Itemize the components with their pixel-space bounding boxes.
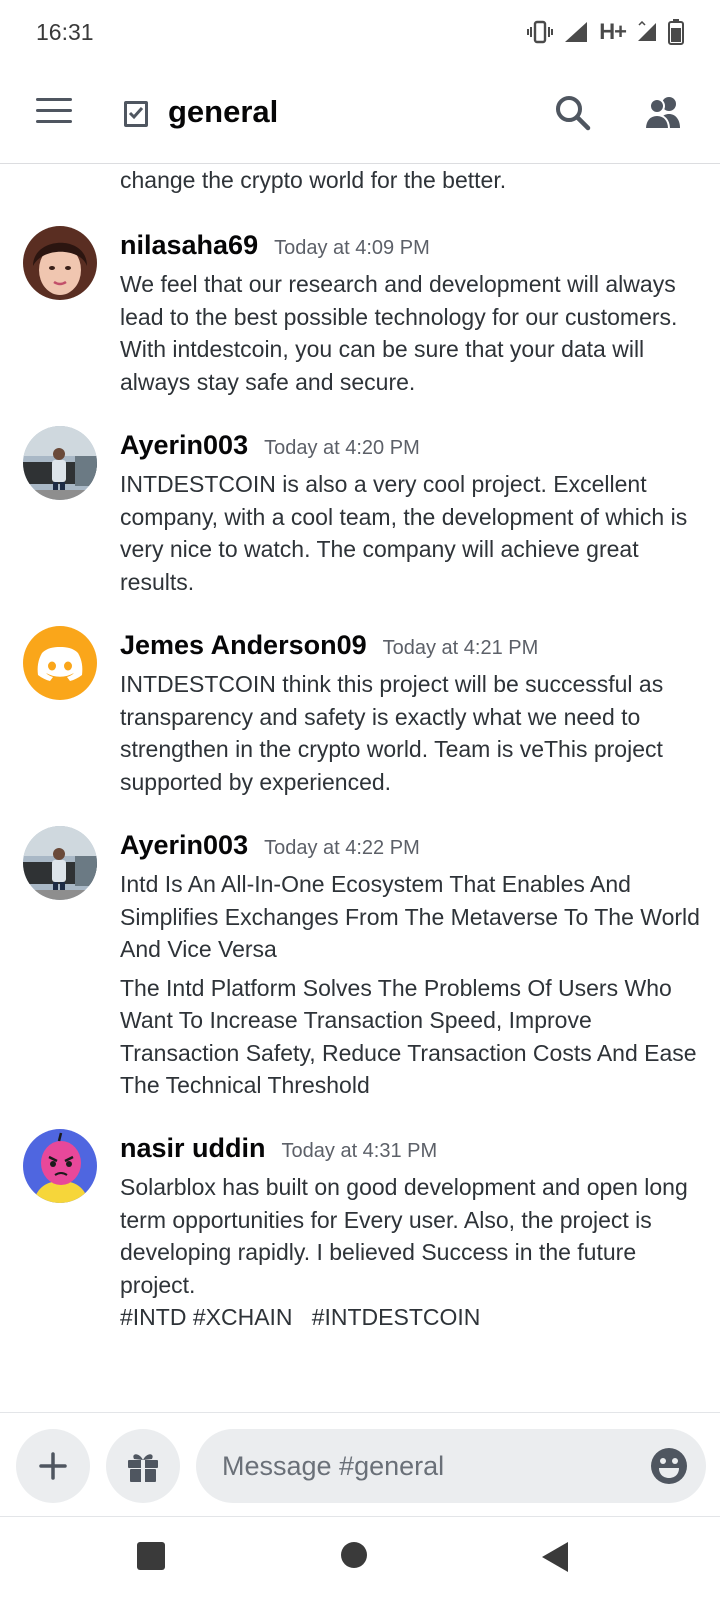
message-text: Intd Is An All-In-One Ecosystem That Ena… bbox=[120, 871, 700, 962]
avatar[interactable] bbox=[23, 626, 97, 700]
signal-icon bbox=[638, 21, 656, 41]
message-input-container bbox=[196, 1429, 706, 1503]
avatar[interactable] bbox=[23, 226, 97, 300]
message-text: INTDESTCOIN think this project will be s… bbox=[120, 671, 664, 795]
author-name[interactable]: nilasaha69 bbox=[120, 230, 258, 261]
members-icon[interactable] bbox=[642, 94, 684, 132]
system-nav-bar bbox=[0, 1516, 720, 1600]
avatar[interactable] bbox=[23, 826, 97, 900]
avatar[interactable] bbox=[23, 1129, 97, 1203]
message-timestamp: Today at 4:09 PM bbox=[274, 237, 430, 259]
message-timestamp: Today at 4:22 PM bbox=[264, 837, 420, 859]
message-text: INTDESTCOIN is also a very cool project.… bbox=[120, 471, 688, 595]
channel-name: general bbox=[168, 94, 279, 129]
message-content: INTDESTCOIN is also a very cool project.… bbox=[120, 468, 700, 598]
channel-header: general bbox=[0, 64, 720, 164]
menu-icon[interactable] bbox=[36, 98, 72, 128]
message-text: We feel that our research and developmen… bbox=[120, 271, 678, 395]
message-content: INTDESTCOIN think this project will be s… bbox=[120, 668, 700, 798]
vibrate-icon bbox=[527, 20, 554, 44]
battery-icon bbox=[668, 19, 684, 45]
channel-icon bbox=[124, 101, 148, 127]
add-attachment-button[interactable] bbox=[16, 1429, 90, 1503]
gift-icon bbox=[128, 1454, 158, 1482]
message-text: Solarblox has built on good development … bbox=[120, 1174, 688, 1298]
message-list[interactable]: change the crypto world for the better. … bbox=[0, 164, 720, 1412]
signal-icon bbox=[565, 22, 588, 42]
message-hashtags: #INTD #XCHAIN #INTDESTCOIN bbox=[120, 1304, 481, 1330]
author-name[interactable]: Jemes Anderson09 bbox=[120, 630, 367, 661]
recents-icon[interactable] bbox=[136, 1541, 166, 1571]
message-content: Intd Is An All-In-One Ecosystem That Ena… bbox=[120, 868, 700, 1102]
author-name[interactable]: Ayerin003 bbox=[120, 430, 248, 461]
message-timestamp: Today at 4:21 PM bbox=[382, 637, 539, 659]
search-icon[interactable] bbox=[554, 94, 592, 132]
discord-icon bbox=[37, 647, 83, 681]
status-time: 16:31 bbox=[36, 18, 94, 45]
status-bar: 16:31 H+ bbox=[0, 0, 720, 64]
message-content: We feel that our research and developmen… bbox=[120, 268, 700, 398]
message-text: The Intd Platform Solves The Problems Of… bbox=[120, 974, 697, 1099]
home-icon[interactable] bbox=[340, 1541, 368, 1569]
message-composer bbox=[0, 1412, 720, 1516]
message-input[interactable] bbox=[222, 1429, 622, 1503]
status-icons: H+ bbox=[527, 19, 684, 45]
message-content: Solarblox has built on good development … bbox=[120, 1171, 700, 1334]
message-continuation: change the crypto world for the better. bbox=[120, 167, 507, 193]
message-timestamp: Today at 4:20 PM bbox=[264, 437, 420, 459]
message-timestamp: Today at 4:31 PM bbox=[281, 1140, 438, 1162]
back-icon[interactable] bbox=[540, 1541, 570, 1573]
author-name[interactable]: Ayerin003 bbox=[120, 830, 248, 861]
gift-button[interactable] bbox=[106, 1429, 180, 1503]
author-name[interactable]: nasir uddin bbox=[120, 1133, 266, 1164]
network-type: H+ bbox=[599, 19, 627, 44]
plus-icon bbox=[39, 1452, 67, 1480]
emoji-icon[interactable] bbox=[650, 1447, 688, 1485]
avatar[interactable] bbox=[23, 426, 97, 500]
